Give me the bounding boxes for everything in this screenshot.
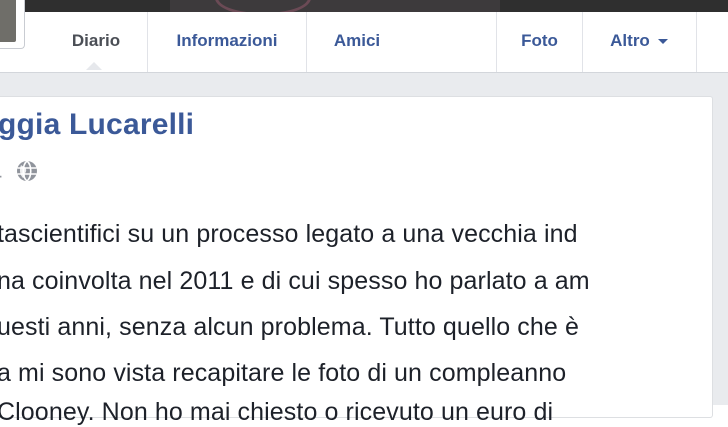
tab-amici-label: Amici: [333, 31, 381, 50]
tab-amici[interactable]: Amici: [307, 12, 407, 72]
tab-informazioni-label: Informazioni: [176, 31, 278, 50]
tab-altro-label: Altro: [610, 31, 650, 50]
post-text-line: Clooney. Non ho mai chiesto o ricevuto u…: [0, 398, 554, 426]
tab-foto-label: Foto: [521, 31, 558, 50]
post-meta-separator: ·: [0, 168, 3, 186]
cover-photo-strip: [0, 0, 728, 16]
post-text-line: tascientifici su un processo legato a un…: [0, 220, 578, 248]
tab-diario-label: Diario: [71, 31, 121, 50]
post-text-line: uesti anni, senza alcun problema. Tutto …: [0, 313, 579, 341]
chevron-down-icon: [657, 39, 668, 45]
profile-picture[interactable]: [0, 0, 25, 49]
post-text-line: na coinvolta nel 2011 e di cui spesso ho…: [0, 267, 590, 295]
tab-informazioni[interactable]: Informazioni: [148, 12, 306, 72]
globe-icon[interactable]: [16, 160, 38, 182]
tab-altro[interactable]: Altro: [583, 12, 695, 72]
post-text-line: a mi sono vista recapitare le foto di un…: [0, 359, 567, 387]
tab-divider: [696, 12, 697, 72]
active-tab-indicator: [86, 62, 102, 70]
tab-foto[interactable]: Foto: [497, 12, 582, 72]
post-author-name[interactable]: ggia Lucarelli: [0, 108, 194, 142]
profile-picture-image: [0, 0, 16, 42]
profile-tab-bar: Diario Informazioni Amici Foto Altro: [0, 12, 728, 73]
